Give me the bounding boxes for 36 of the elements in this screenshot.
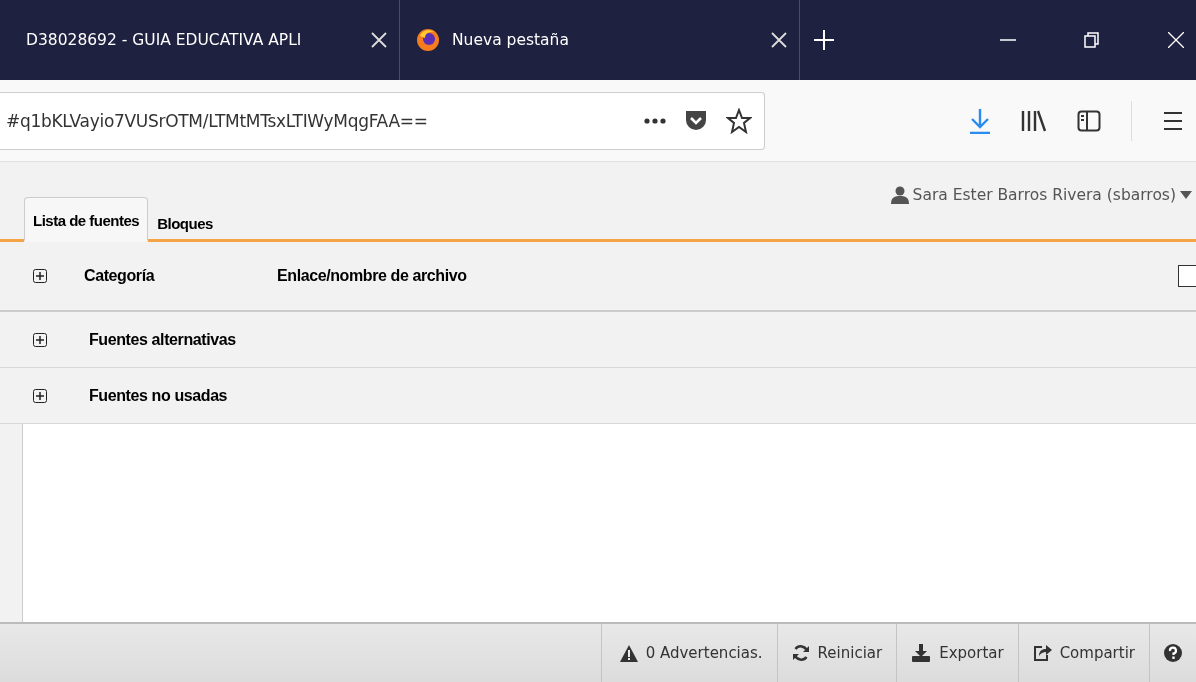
- caret-icon[interactable]: [1180, 191, 1192, 199]
- share-button[interactable]: Compartir: [1017, 624, 1149, 682]
- sidebar-icon[interactable]: [1077, 109, 1101, 132]
- pocket-icon[interactable]: [684, 109, 708, 132]
- expand-icon[interactable]: [33, 388, 47, 403]
- column-header: Categoría: [84, 267, 156, 285]
- tab[interactable]: Bloques: [148, 200, 222, 242]
- user-icon: [890, 186, 909, 204]
- star-icon[interactable]: [726, 107, 752, 134]
- address-field[interactable]: #q1bKLVayio7VUSrOTM/LTMtMTsxLTIWyMqgFAA==: [0, 91, 765, 150]
- category-label: Fuentes alternativas: [89, 330, 236, 349]
- close-icon[interactable]: [771, 32, 787, 48]
- category-row[interactable]: Fuentes alternativas: [0, 312, 1196, 368]
- menu-icon[interactable]: [1162, 110, 1184, 131]
- column-header: Enlace/nombre de archivo: [277, 267, 467, 285]
- close-icon[interactable]: [371, 32, 387, 48]
- share-icon: [1032, 644, 1052, 662]
- warning-icon: [619, 644, 638, 662]
- download-icon: [911, 644, 932, 662]
- tab[interactable]: Lista de fuentes: [24, 197, 149, 242]
- category-label: Fuentes no usadas: [89, 386, 228, 405]
- restore-icon[interactable]: [1084, 32, 1100, 48]
- help-icon: [1164, 644, 1182, 662]
- expand-icon[interactable]: [33, 332, 47, 347]
- export-button[interactable]: Exportar: [896, 624, 1018, 682]
- globe-logo-icon: [416, 28, 440, 52]
- refresh-icon: [791, 644, 810, 662]
- select-all-checkbox[interactable]: [1178, 265, 1196, 287]
- warning-button[interactable]: 0 Advertencias.: [600, 624, 777, 682]
- reset-button[interactable]: Reiniciar: [776, 624, 897, 682]
- expand-icon[interactable]: [33, 269, 47, 283]
- more-icon[interactable]: [644, 117, 666, 124]
- download-icon[interactable]: [969, 107, 991, 134]
- library-icon[interactable]: [1021, 109, 1047, 132]
- new-tab-icon[interactable]: [814, 30, 834, 50]
- user-name[interactable]: Sara Ester Barros Rivera (sbarros): [912, 186, 1176, 204]
